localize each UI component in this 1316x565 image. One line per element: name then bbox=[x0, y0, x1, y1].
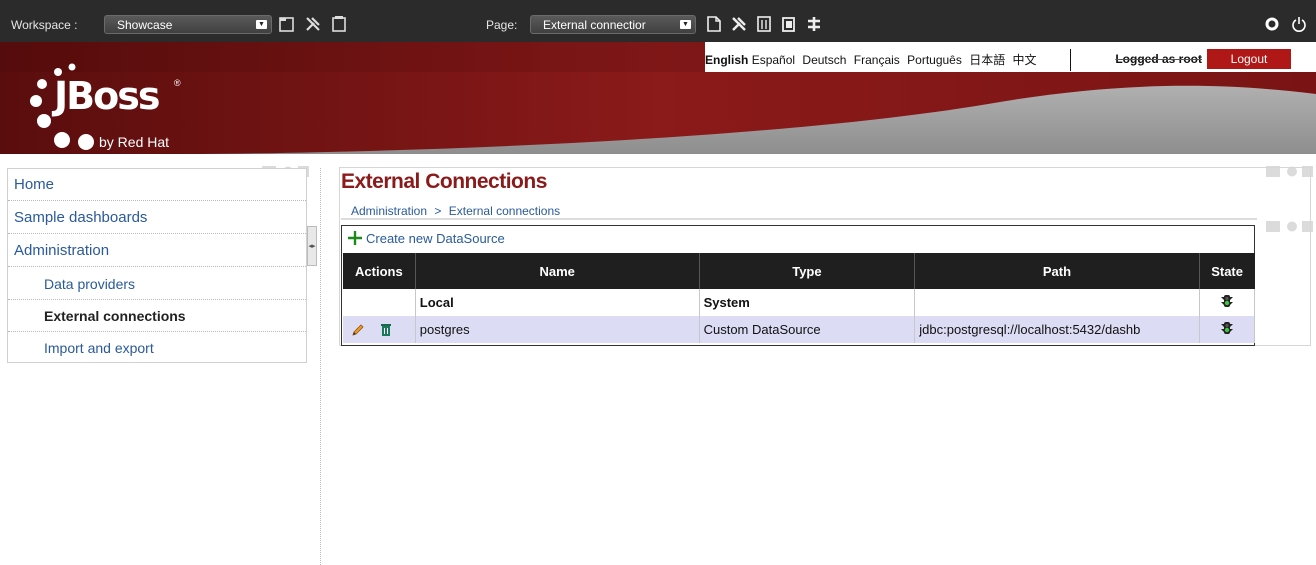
column-header-state: State bbox=[1199, 253, 1255, 289]
breadcrumb-external-connections[interactable]: External connections bbox=[449, 204, 560, 218]
lang-deutsch[interactable]: Deutsch bbox=[802, 53, 846, 67]
divider bbox=[1070, 49, 1071, 71]
chevron-down-icon: ▼ bbox=[680, 20, 691, 29]
nav-item-home[interactable]: Home bbox=[8, 169, 306, 201]
jboss-logo: JBoss ® by Red Hat bbox=[24, 56, 204, 154]
tools-icon[interactable] bbox=[304, 15, 324, 35]
actions-cell bbox=[343, 289, 416, 316]
type-cell: Custom DataSource bbox=[699, 316, 916, 343]
power-icon[interactable] bbox=[1290, 15, 1310, 35]
divider bbox=[320, 168, 321, 565]
new-page-icon[interactable] bbox=[278, 15, 298, 35]
language-list: English Español Deutsch Français Portugu… bbox=[705, 51, 1041, 68]
table-header-row: Actions Name Type Path State bbox=[343, 253, 1255, 289]
page-select[interactable]: External connectior ▼ bbox=[530, 15, 696, 34]
path-cell: jdbc:postgresql://localhost:5432/dashb bbox=[914, 316, 1200, 343]
workspace-select[interactable]: Showcase ▼ bbox=[104, 15, 272, 34]
column-header-path[interactable]: Path bbox=[914, 253, 1200, 289]
top-toolbar: Workspace : Showcase ▼ Page: External co… bbox=[0, 0, 1316, 42]
nav-subitem-import-export[interactable]: Import and export bbox=[8, 332, 306, 364]
logo-text: JBoss bbox=[54, 74, 160, 118]
state-cell bbox=[1199, 316, 1256, 343]
column-header-name[interactable]: Name bbox=[415, 253, 700, 289]
page-title: External Connections bbox=[341, 170, 547, 193]
state-cell bbox=[1199, 289, 1256, 316]
breadcrumb: Administration > External connections bbox=[341, 198, 1257, 220]
breadcrumb-separator: > bbox=[434, 204, 442, 218]
lang-japanese[interactable]: 日本語 bbox=[969, 53, 1005, 67]
copy-page-icon[interactable] bbox=[780, 15, 800, 35]
traffic-light-green-icon bbox=[1219, 321, 1235, 335]
logo-subtitle: by Red Hat bbox=[99, 134, 170, 150]
page-label: Page: bbox=[486, 18, 518, 32]
create-datasource-label: Create new DataSource bbox=[366, 231, 505, 246]
create-datasource-link[interactable]: Create new DataSource bbox=[348, 228, 505, 250]
logout-button[interactable]: Logout bbox=[1207, 49, 1291, 69]
logged-as-text: Logged as root bbox=[1072, 52, 1208, 66]
table-row[interactable]: postgres Custom DataSource jdbc:postgres… bbox=[343, 316, 1256, 343]
table-row: Local System bbox=[343, 289, 1256, 316]
type-cell: System bbox=[699, 289, 916, 316]
delete-trash-icon[interactable] bbox=[379, 323, 393, 337]
left-navigation: Home Sample dashboards Administration Da… bbox=[7, 168, 307, 363]
path-cell bbox=[914, 289, 1200, 316]
breadcrumb-administration[interactable]: Administration bbox=[351, 204, 427, 218]
delete-page-icon[interactable] bbox=[755, 15, 775, 35]
lang-portugues[interactable]: Português bbox=[907, 53, 962, 67]
chevron-down-icon: ▼ bbox=[256, 20, 267, 29]
nav-item-sample-dashboards[interactable]: Sample dashboards bbox=[8, 202, 306, 234]
traffic-light-green-icon bbox=[1219, 294, 1235, 308]
page-select-value: External connectior bbox=[543, 18, 646, 32]
window-icon[interactable] bbox=[330, 15, 350, 35]
name-cell: Local bbox=[415, 289, 700, 316]
panel-tree-icon[interactable] bbox=[805, 15, 825, 35]
workspace-select-value: Showcase bbox=[117, 18, 173, 32]
datasource-table: Actions Name Type Path State Local Syste… bbox=[343, 253, 1256, 343]
new-document-icon[interactable] bbox=[705, 15, 725, 35]
nav-subitem-external-connections[interactable]: External connections bbox=[8, 300, 306, 332]
name-cell: postgres bbox=[415, 316, 700, 343]
collapse-handle[interactable]: ◂▸ bbox=[307, 226, 317, 266]
lang-english[interactable]: English bbox=[705, 53, 748, 67]
logo-registered-mark: ® bbox=[174, 78, 181, 88]
actions-cell bbox=[343, 316, 416, 343]
settings-gear-icon[interactable] bbox=[1263, 15, 1283, 35]
lang-chinese[interactable]: 中文 bbox=[1013, 53, 1037, 67]
plus-icon bbox=[348, 230, 362, 245]
page-tools-icon[interactable] bbox=[730, 15, 750, 35]
nav-subitem-data-providers[interactable]: Data providers bbox=[8, 268, 306, 300]
edit-pencil-icon[interactable] bbox=[351, 323, 365, 337]
column-header-actions: Actions bbox=[343, 253, 416, 289]
lang-francais[interactable]: Français bbox=[854, 53, 900, 67]
workspace-label: Workspace : bbox=[11, 18, 78, 32]
nav-item-administration[interactable]: Administration bbox=[8, 235, 306, 267]
column-header-type[interactable]: Type bbox=[699, 253, 916, 289]
lang-espanol[interactable]: Español bbox=[752, 53, 795, 67]
